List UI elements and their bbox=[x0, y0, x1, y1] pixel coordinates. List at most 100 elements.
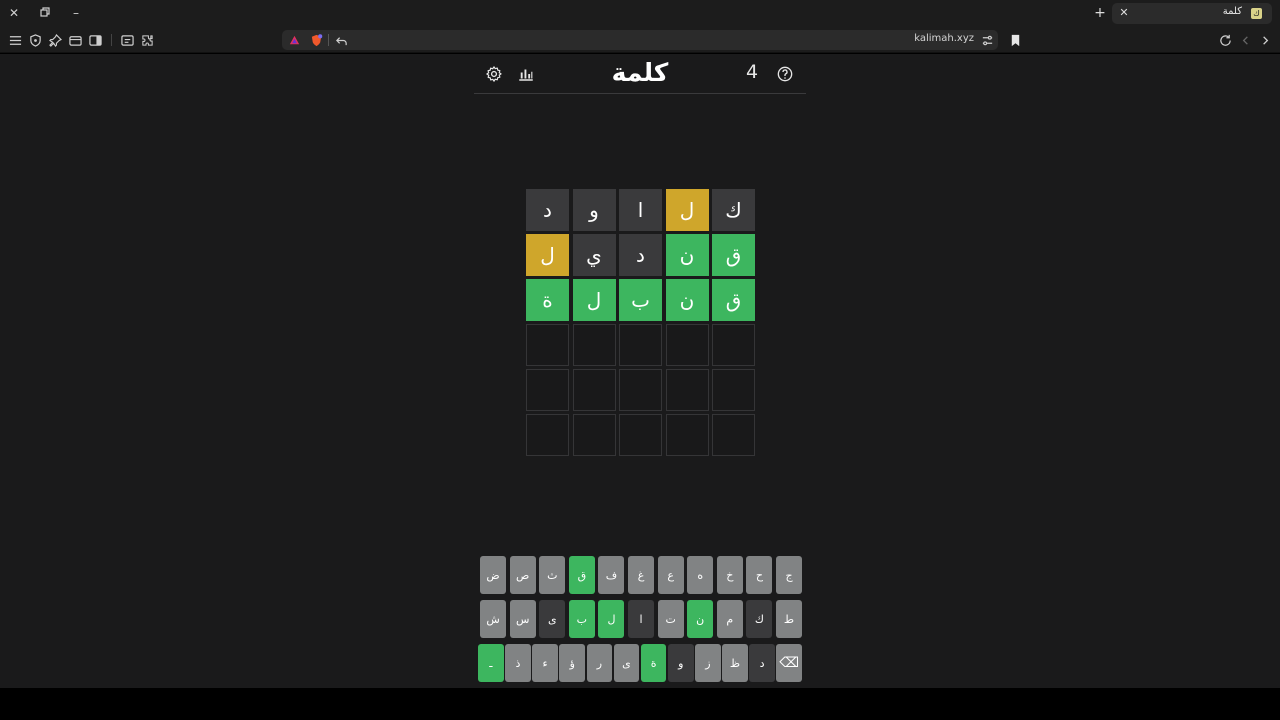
extensions-icon[interactable] bbox=[138, 31, 156, 49]
keyboard-key[interactable]: ة bbox=[640, 644, 667, 682]
keyboard-key[interactable]: ء bbox=[532, 644, 558, 682]
keyboard-key[interactable]: ش bbox=[480, 600, 507, 638]
keyboard-key[interactable]: ر bbox=[586, 644, 613, 682]
pin-icon[interactable] bbox=[46, 31, 64, 49]
bookmark-icon[interactable] bbox=[1006, 31, 1024, 49]
board-tile: ق bbox=[712, 234, 755, 276]
board-tile: ق bbox=[712, 279, 755, 321]
sidebar-icon[interactable] bbox=[86, 31, 104, 49]
restore-icon[interactable] bbox=[35, 4, 55, 22]
back-icon[interactable] bbox=[1256, 31, 1274, 49]
share-icon[interactable] bbox=[332, 31, 350, 49]
keyboard-key[interactable]: ن bbox=[687, 600, 714, 638]
keyboard-key[interactable]: م bbox=[716, 600, 743, 638]
board-tile: د bbox=[526, 189, 569, 231]
board-tile: ل bbox=[665, 189, 709, 231]
board-tile: ل bbox=[526, 234, 569, 276]
help-icon[interactable] bbox=[773, 62, 797, 86]
keyboard-key[interactable]: ظ bbox=[722, 644, 748, 682]
keyboard-key[interactable]: ص bbox=[509, 556, 536, 594]
board-tile: ب bbox=[619, 279, 662, 321]
browser-toolbar: kalimah.xyz bbox=[0, 27, 1280, 53]
keyboard-key[interactable]: ح bbox=[746, 556, 773, 594]
taskbar-strip bbox=[0, 688, 1280, 720]
keyboard-key[interactable]: ل bbox=[598, 600, 625, 638]
game-page: كلمة 4 كلاودقنديلقنبلة جحخهعغفقثصضطكمنتا… bbox=[0, 54, 1280, 688]
board-tile: و bbox=[572, 189, 616, 231]
keyboard-key[interactable]: ث bbox=[539, 556, 566, 594]
tab-close-icon[interactable]: ✕ bbox=[1116, 4, 1132, 22]
game-header: كلمة 4 bbox=[474, 54, 806, 94]
keyboard-key[interactable]: ق bbox=[568, 556, 595, 594]
keyboard-key[interactable]: و bbox=[667, 644, 694, 682]
board-tile bbox=[526, 414, 569, 456]
board-tile bbox=[572, 369, 616, 411]
keyboard-row: جحخهعغفقثصض bbox=[478, 556, 802, 594]
wallet-icon[interactable] bbox=[66, 31, 84, 49]
board-tile bbox=[619, 324, 662, 366]
keyboard-key[interactable]: ت bbox=[657, 600, 684, 638]
board-tile: ي bbox=[572, 234, 616, 276]
brave-rewards-icon[interactable] bbox=[285, 31, 303, 49]
keyboard-key[interactable]: ه bbox=[687, 556, 714, 594]
keyboard-key[interactable]: ط bbox=[776, 600, 802, 638]
keyboard-row: ⌫ د ظ ز و ة ى ر ؤ ء ذ ـ bbox=[478, 644, 802, 682]
tab-title: كلمة bbox=[1222, 6, 1242, 17]
keyboard-row: طكمنتالبىسش bbox=[478, 600, 802, 638]
forward-icon bbox=[1236, 31, 1254, 49]
board-tile bbox=[712, 324, 755, 366]
keyboard-key[interactable]: ض bbox=[480, 556, 507, 594]
menu-icon[interactable] bbox=[6, 31, 24, 49]
minimize-icon[interactable]: – bbox=[66, 4, 86, 22]
url-divider bbox=[328, 34, 329, 46]
keyboard-key[interactable]: ـ bbox=[478, 644, 504, 682]
board-tile: ك bbox=[712, 189, 755, 231]
board-tile: ة bbox=[526, 279, 569, 321]
board-tile: ن bbox=[665, 234, 709, 276]
on-screen-keyboard: ج ح خ ه ع غ ف ق ث ص ض ط ك م ن ت ا ل ب ى س ش ⌫ د ظ ز و ة ى ر ؤ ء ذ ـ bbox=[478, 556, 802, 688]
address-bar[interactable]: kalimah.xyz bbox=[282, 30, 998, 50]
board-tile bbox=[526, 369, 569, 411]
board-tile bbox=[665, 414, 709, 456]
keyboard-key[interactable]: ب bbox=[568, 600, 595, 638]
board-tile bbox=[619, 369, 662, 411]
keyboard-key[interactable]: ى bbox=[539, 600, 566, 638]
keyboard-key[interactable]: ؤ bbox=[559, 644, 585, 682]
keyboard-key[interactable]: ى bbox=[613, 644, 640, 682]
keyboard-key[interactable]: ف bbox=[598, 556, 625, 594]
close-icon[interactable]: ✕ bbox=[4, 4, 24, 22]
board-tile bbox=[572, 414, 616, 456]
board-tile: ا bbox=[619, 189, 662, 231]
brave-shields-icon[interactable] bbox=[307, 31, 325, 49]
board-tile bbox=[665, 324, 709, 366]
browser-titlebar: ✕ – + ✕ كلمة ك bbox=[0, 0, 1280, 27]
keyboard-key[interactable]: س bbox=[509, 600, 536, 638]
board-tile bbox=[526, 324, 569, 366]
keyboard-key[interactable]: ع bbox=[657, 556, 684, 594]
game-board: كلاودقنديلقنبلة bbox=[525, 189, 755, 456]
keyboard-key[interactable]: ا bbox=[628, 600, 655, 638]
url-text[interactable]: kalimah.xyz bbox=[914, 33, 974, 44]
keyboard-key[interactable]: غ bbox=[628, 556, 655, 594]
reload-icon[interactable] bbox=[1216, 31, 1234, 49]
board-tile bbox=[572, 324, 616, 366]
board-tile: ل bbox=[572, 279, 616, 321]
tab-favicon-icon: ك bbox=[1251, 8, 1262, 19]
toolbar-divider bbox=[111, 34, 112, 46]
keyboard-key[interactable]: خ bbox=[716, 556, 743, 594]
shield-icon[interactable] bbox=[26, 31, 44, 49]
new-tab-button[interactable]: + bbox=[1092, 4, 1108, 22]
board-tile bbox=[712, 414, 755, 456]
board-tile bbox=[712, 369, 755, 411]
board-tile: د bbox=[619, 234, 662, 276]
browser-tab[interactable]: ✕ كلمة ك bbox=[1112, 3, 1272, 24]
keyboard-key[interactable]: ج bbox=[776, 556, 802, 594]
reader-icon[interactable] bbox=[118, 31, 136, 49]
backspace-key[interactable]: ⌫ bbox=[776, 644, 802, 682]
keyboard-key[interactable]: ك bbox=[746, 600, 773, 638]
site-settings-icon[interactable] bbox=[978, 31, 996, 49]
keyboard-key[interactable]: د bbox=[749, 644, 775, 682]
keyboard-key[interactable]: ز bbox=[695, 644, 721, 682]
board-tile: ن bbox=[665, 279, 709, 321]
keyboard-key[interactable]: ذ bbox=[505, 644, 531, 682]
